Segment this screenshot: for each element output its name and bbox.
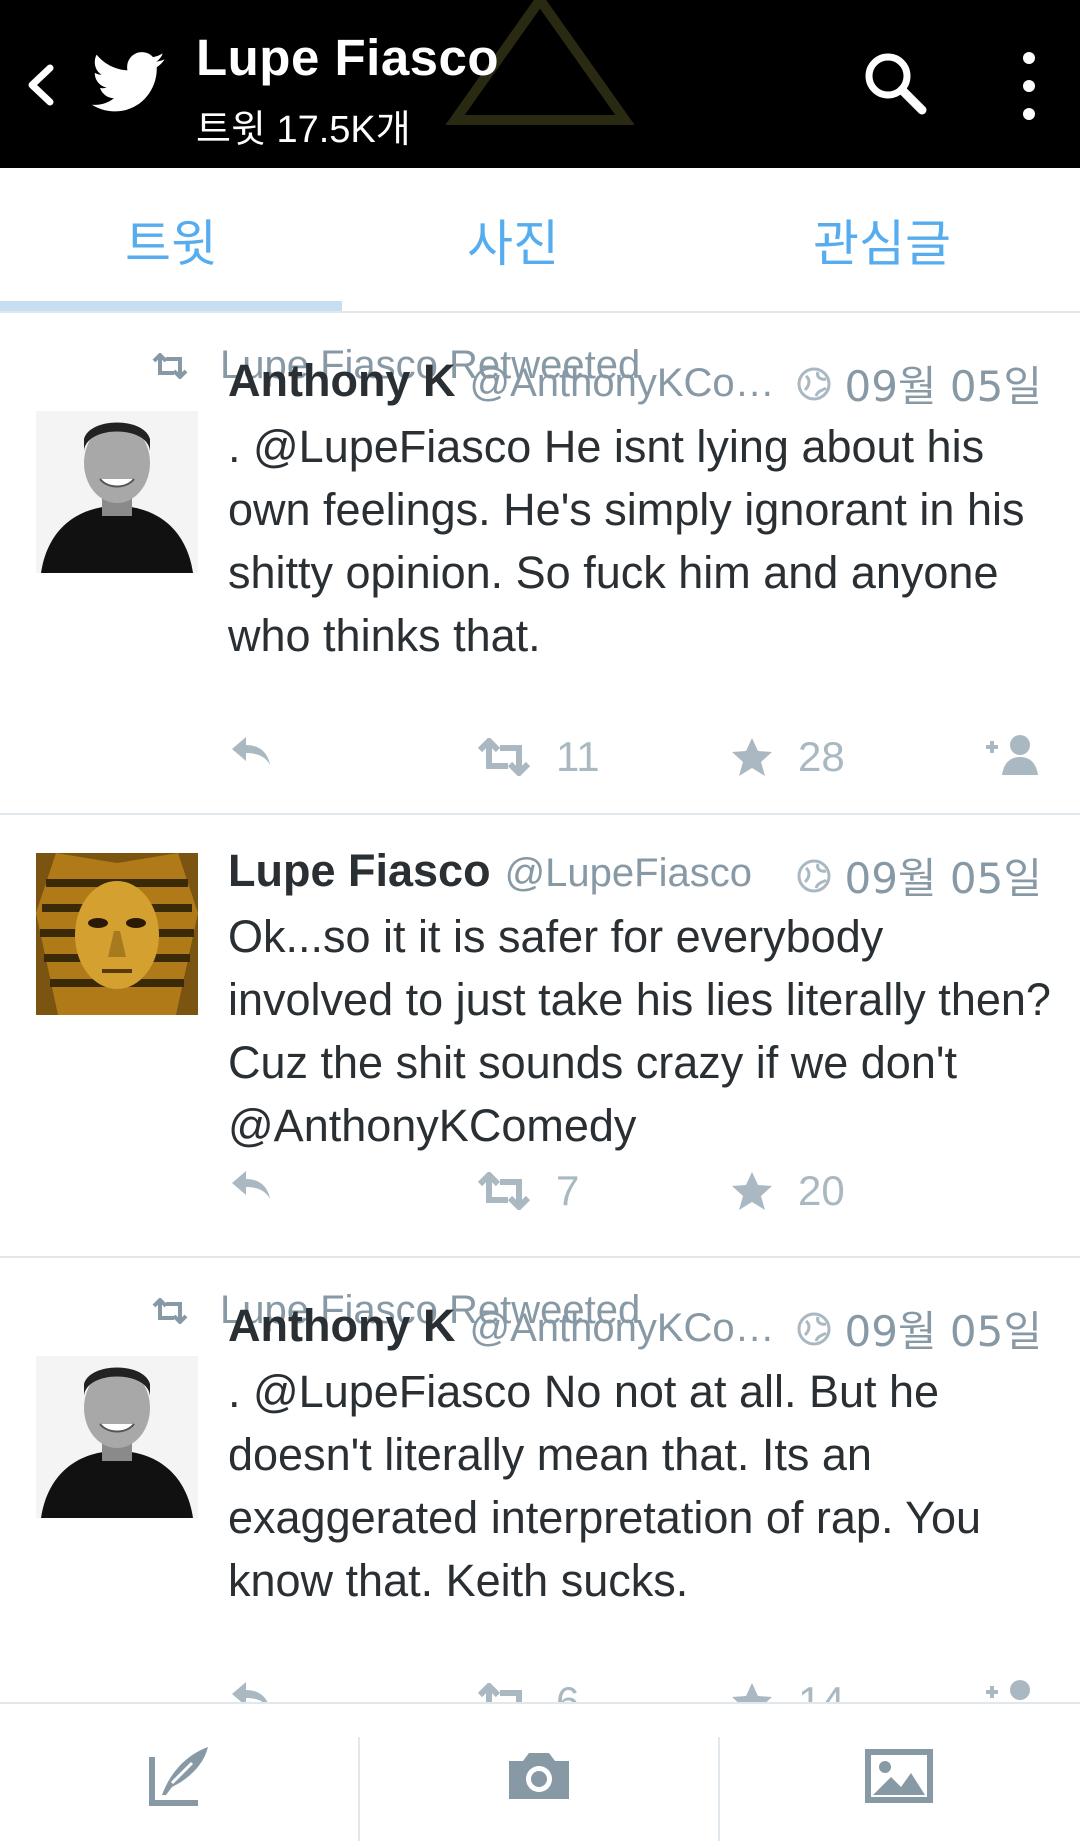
tweet-item[interactable]: Lupe Fiasco @LupeFiasco 09월 05일 Ok...so … [0, 815, 1080, 1258]
avatar-photo [36, 411, 198, 573]
avatar[interactable] [36, 853, 198, 1015]
reply-icon [232, 1171, 270, 1199]
retweet-small-icon [152, 1297, 188, 1324]
tweet-timeline[interactable]: Lupe Fiasco Retweeted Anthony K @Anthony… [0, 313, 1080, 1758]
tweet-timestamp: 09월 05일 [796, 1298, 1042, 1359]
camera-button[interactable] [360, 1704, 718, 1847]
author-name[interactable]: Lupe Fiasco [228, 845, 491, 897]
globe-icon [797, 859, 831, 892]
favorite-count: 28 [798, 733, 845, 780]
retweet-count: 11 [556, 733, 600, 780]
timestamp-text: 09월 05일 [844, 854, 1042, 903]
twitter-bird-icon[interactable] [92, 52, 166, 114]
gallery-icon [865, 1748, 933, 1803]
tweet-actions: 7 20 [228, 1167, 1048, 1227]
avatar-photo [36, 853, 198, 1015]
timestamp-text: 09월 05일 [844, 362, 1042, 411]
retweet-count: 7 [556, 1167, 580, 1214]
author-name[interactable]: Anthony K [228, 1300, 455, 1352]
back-icon[interactable] [18, 60, 68, 110]
star-icon [732, 738, 772, 776]
search-icon[interactable] [860, 48, 930, 118]
avatar[interactable] [36, 411, 198, 573]
author-handle[interactable]: @AnthonyKCom... [469, 361, 799, 406]
avatar[interactable] [36, 1356, 198, 1518]
retweet-small-icon [152, 352, 188, 379]
author-handle[interactable]: @AnthonyKCom... [469, 1306, 799, 1351]
avatar-photo [36, 1356, 198, 1518]
tweet-count: 트윗 17.5K개 [196, 109, 411, 151]
profile-title: Lupe Fiasco [196, 29, 500, 86]
tweet-actions: 11 28 [228, 733, 1048, 793]
reply-icon [232, 737, 270, 765]
favorite-button[interactable]: 20 [730, 1167, 845, 1215]
globe-icon [797, 367, 831, 400]
tweet-timestamp: 09월 05일 [796, 845, 1042, 906]
camera-icon [509, 1752, 569, 1799]
tweet-item[interactable]: Lupe Fiasco Retweeted Anthony K @Anthony… [0, 1258, 1080, 1758]
globe-icon [797, 1312, 831, 1345]
retweet-icon [477, 1172, 531, 1210]
reply-button[interactable] [228, 733, 298, 769]
retweet-button[interactable]: 11 [476, 733, 600, 781]
follow-user-icon [986, 735, 1038, 775]
tab-photos[interactable]: 사진 [342, 168, 684, 311]
reply-button[interactable] [228, 1167, 298, 1203]
author-name[interactable]: Anthony K [228, 355, 455, 407]
tweet-item[interactable]: Lupe Fiasco Retweeted Anthony K @Anthony… [0, 313, 1080, 815]
retweet-button[interactable]: 7 [476, 1167, 579, 1215]
tab-favorites[interactable]: 관심글 [684, 168, 1080, 311]
action-bar: Lupe Fiasco 트윗 17.5K개 [0, 0, 1080, 168]
favorite-button[interactable]: 28 [730, 733, 845, 781]
bottom-toolbar [0, 1702, 1080, 1847]
star-icon [732, 1172, 772, 1210]
tweet-text: . @LupeFiasco He isnt lying about his ow… [228, 421, 1025, 661]
profile-tabs: 트윗 사진 관심글 [0, 168, 1080, 313]
gallery-button[interactable] [720, 1704, 1078, 1847]
follow-button[interactable] [982, 733, 1068, 777]
timestamp-text: 09월 05일 [844, 1307, 1042, 1356]
tab-tweets[interactable]: 트윗 [0, 168, 342, 311]
author-handle[interactable]: @LupeFiasco [505, 851, 752, 896]
tweet-timestamp: 09월 05일 [796, 353, 1042, 414]
selected-tab-indicator [0, 301, 342, 311]
retweet-icon [477, 738, 531, 776]
compose-icon [149, 1746, 208, 1806]
tweet-text: Ok...so it it is safer for everybody inv… [228, 911, 1051, 1151]
favorite-count: 20 [798, 1167, 845, 1214]
compose-button[interactable] [0, 1704, 358, 1847]
tweet-text: . @LupeFiasco No not at all. But he does… [228, 1366, 982, 1606]
more-vertical-icon[interactable] [1008, 48, 1050, 124]
